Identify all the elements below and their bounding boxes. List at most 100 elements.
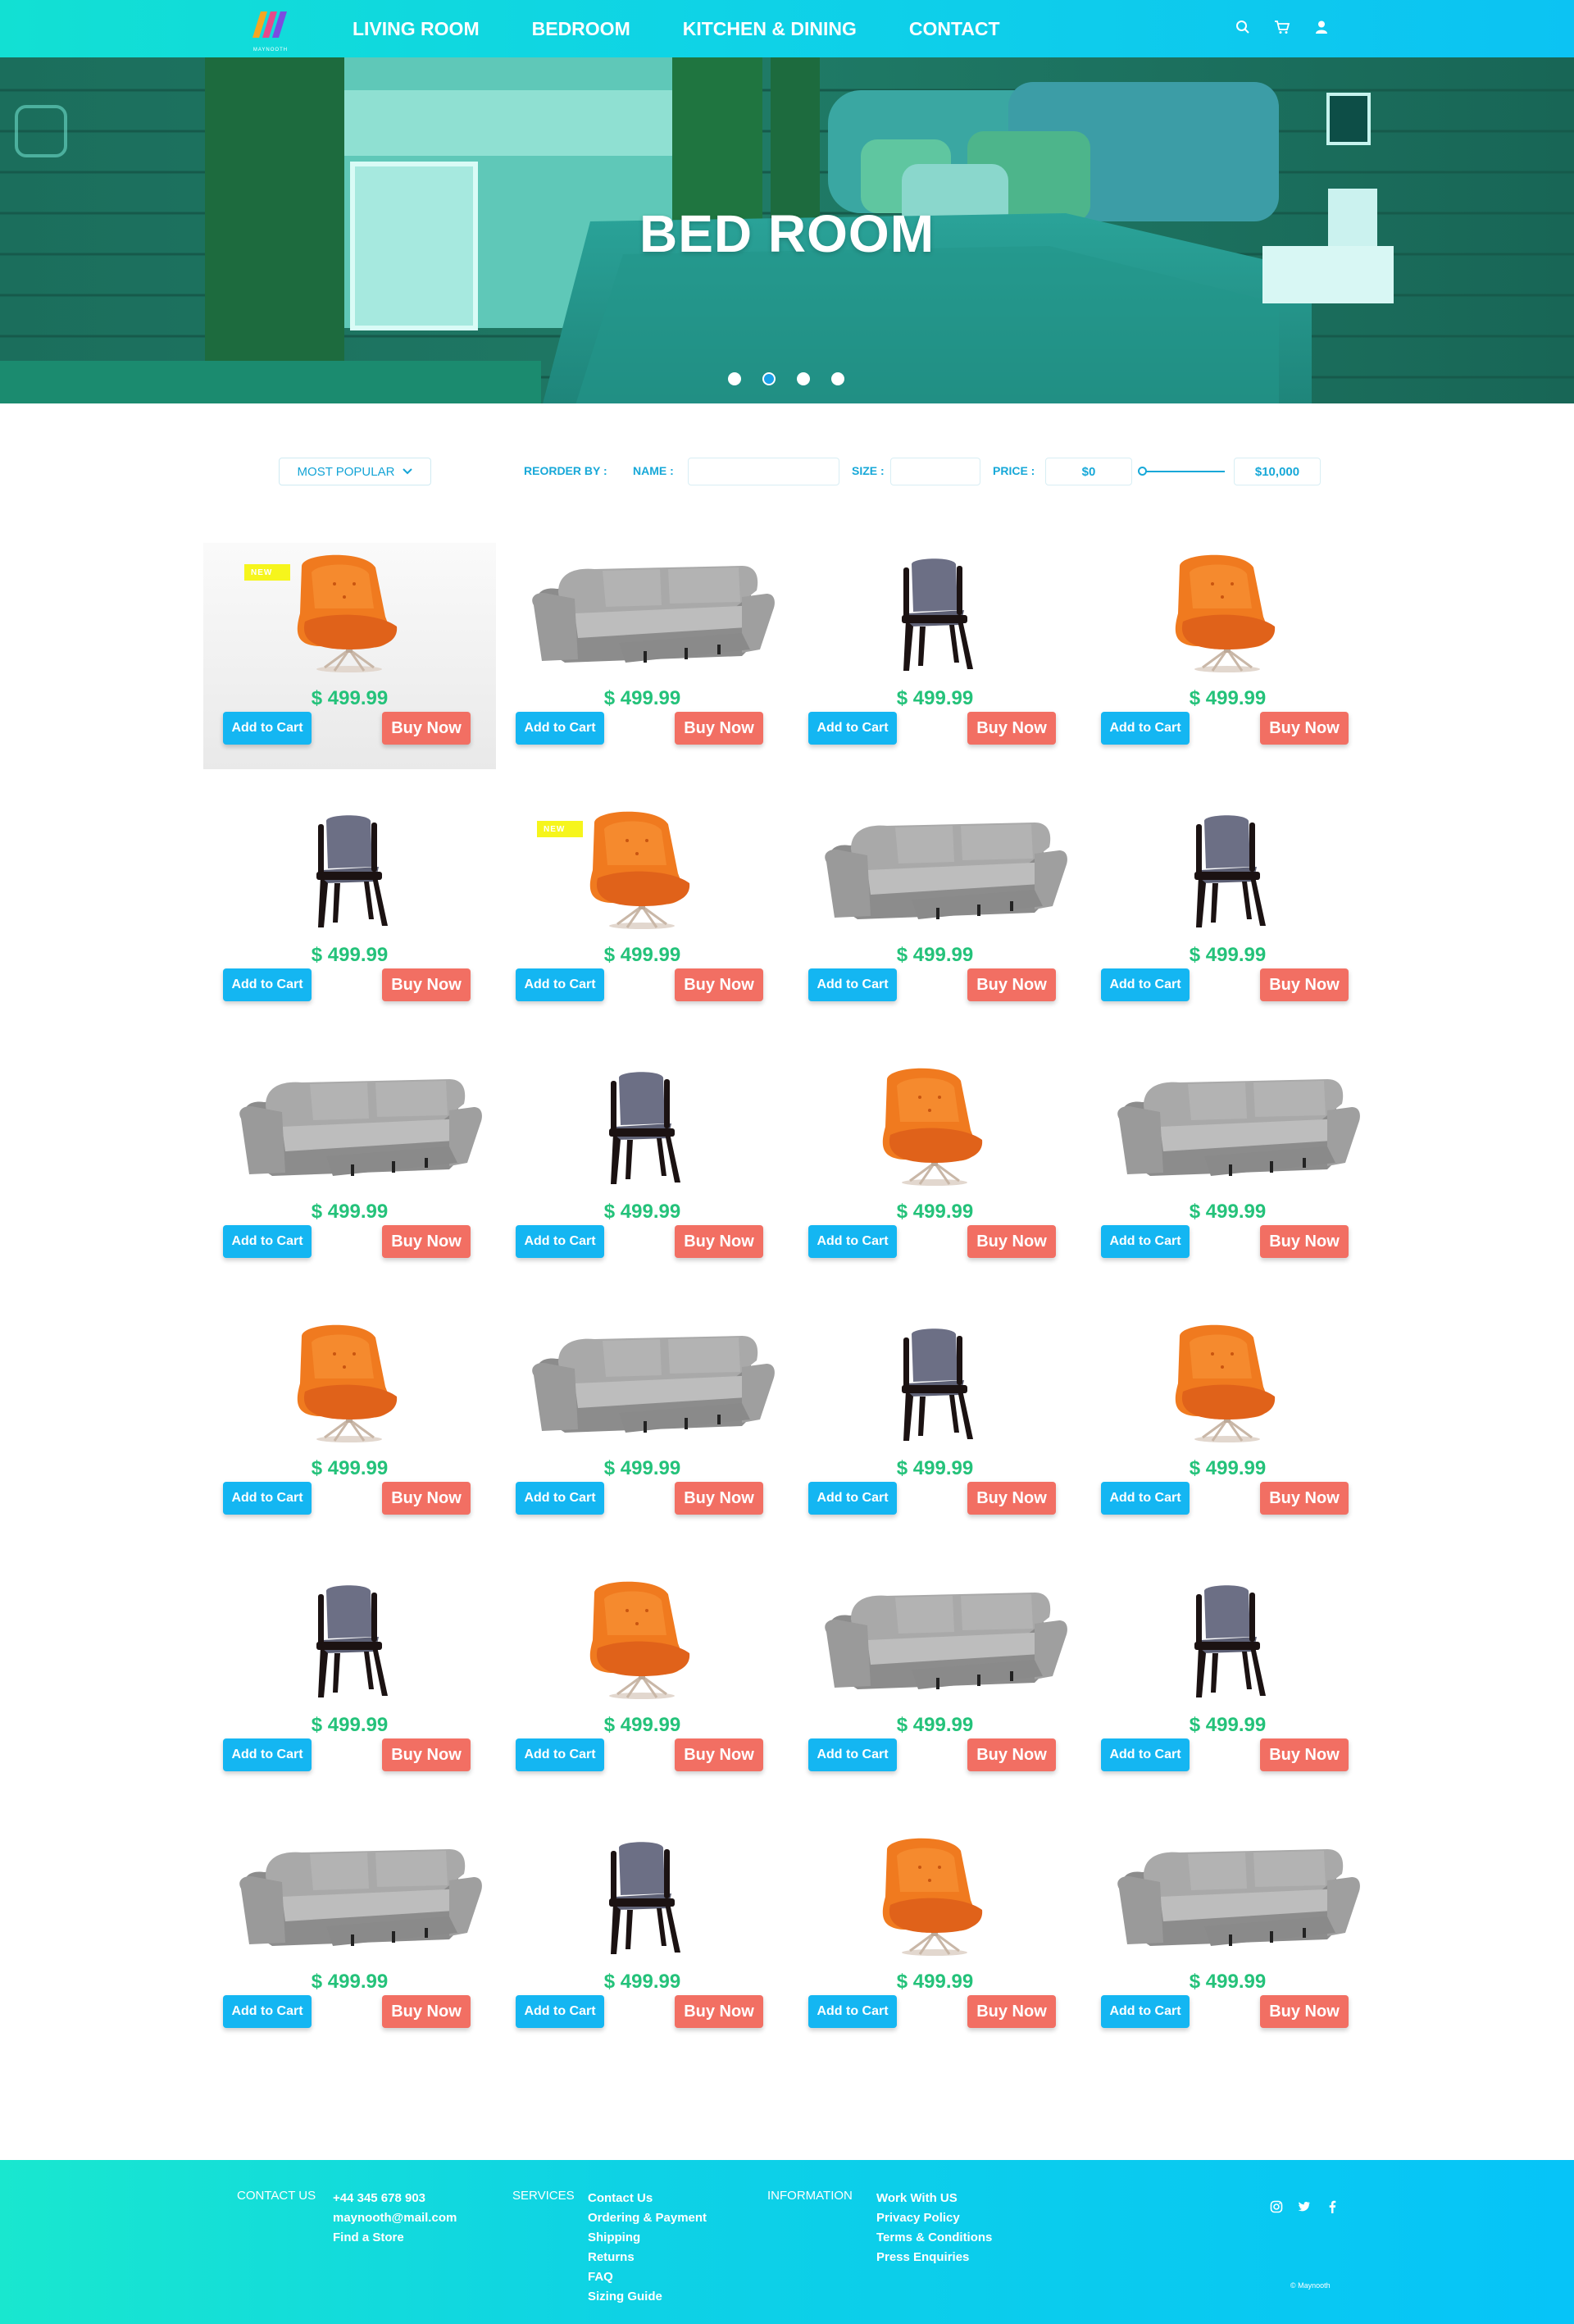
sofa-image[interactable] — [496, 1321, 789, 1444]
sofa-image[interactable] — [1081, 1834, 1374, 1957]
product-card[interactable]: $ 499.99 Add to Cart Buy Now — [1081, 1313, 1374, 1539]
chair-image[interactable] — [1081, 1578, 1374, 1701]
buy-now-button[interactable]: Buy Now — [967, 1738, 1056, 1771]
footer-link-shipping[interactable]: Shipping — [588, 2228, 707, 2248]
add-to-cart-button[interactable]: Add to Cart — [516, 1995, 604, 2028]
footer-link-terms[interactable]: Terms & Conditions — [876, 2228, 992, 2248]
add-to-cart-button[interactable]: Add to Cart — [808, 968, 897, 1001]
add-to-cart-button[interactable]: Add to Cart — [1101, 1482, 1190, 1515]
size-filter-input[interactable] — [890, 458, 980, 485]
price-max-input[interactable] — [1234, 458, 1321, 485]
add-to-cart-button[interactable]: Add to Cart — [1101, 712, 1190, 745]
footer-link-work-with-us[interactable]: Work With US — [876, 2189, 992, 2208]
buy-now-button[interactable]: Buy Now — [382, 1482, 471, 1515]
buy-now-button[interactable]: Buy Now — [675, 1225, 763, 1258]
lounge-chair-image[interactable] — [1081, 551, 1374, 674]
product-card[interactable]: $ 499.99 Add to Cart Buy Now — [1081, 1826, 1374, 2053]
sofa-image[interactable] — [789, 808, 1081, 931]
buy-now-button[interactable]: Buy Now — [1260, 1995, 1349, 2028]
add-to-cart-button[interactable]: Add to Cart — [1101, 1995, 1190, 2028]
add-to-cart-button[interactable]: Add to Cart — [223, 712, 312, 745]
price-range-slider[interactable] — [1138, 467, 1225, 476]
buy-now-button[interactable]: Buy Now — [382, 1738, 471, 1771]
product-card[interactable]: $ 499.99 Add to Cart Buy Now — [1081, 1056, 1374, 1283]
twitter-icon[interactable] — [1297, 2199, 1312, 2214]
buy-now-button[interactable]: Buy Now — [967, 968, 1056, 1001]
product-card[interactable]: $ 499.99 Add to Cart Buy Now — [789, 1570, 1081, 1796]
buy-now-button[interactable]: Buy Now — [967, 1482, 1056, 1515]
footer-link-returns[interactable]: Returns — [588, 2248, 707, 2267]
footer-link-contact-us[interactable]: Contact Us — [588, 2189, 707, 2208]
footer-link-ordering-payment[interactable]: Ordering & Payment — [588, 2208, 707, 2228]
buy-now-button[interactable]: Buy Now — [1260, 1225, 1349, 1258]
add-to-cart-button[interactable]: Add to Cart — [808, 712, 897, 745]
product-card[interactable]: $ 499.99 Add to Cart Buy Now — [789, 800, 1081, 1026]
buy-now-button[interactable]: Buy Now — [675, 1738, 763, 1771]
buy-now-button[interactable]: Buy Now — [675, 968, 763, 1001]
chair-image[interactable] — [789, 1321, 1081, 1444]
sort-dropdown[interactable]: MOST POPULAR — [279, 458, 431, 485]
lounge-chair-image[interactable] — [789, 1834, 1081, 1957]
add-to-cart-button[interactable]: Add to Cart — [808, 1738, 897, 1771]
product-card[interactable]: $ 499.99 Add to Cart Buy Now — [1081, 1570, 1374, 1796]
brand-logo[interactable]: MAYNOOTH — [246, 5, 295, 52]
product-card[interactable]: $ 499.99 Add to Cart Buy Now — [789, 1056, 1081, 1283]
buy-now-button[interactable]: Buy Now — [1260, 968, 1349, 1001]
product-card[interactable]: $ 499.99 Add to Cart Buy Now — [789, 1826, 1081, 2053]
footer-link-faq[interactable]: FAQ — [588, 2267, 707, 2287]
footer-find-store-link[interactable]: Find a Store — [333, 2228, 457, 2248]
buy-now-button[interactable]: Buy Now — [1260, 712, 1349, 745]
cart-icon[interactable] — [1274, 18, 1290, 36]
buy-now-button[interactable]: Buy Now — [1260, 1738, 1349, 1771]
buy-now-button[interactable]: Buy Now — [675, 1482, 763, 1515]
price-slider-handle[interactable] — [1138, 467, 1147, 476]
buy-now-button[interactable]: Buy Now — [967, 712, 1056, 745]
nav-kitchen-dining[interactable]: KITCHEN & DINING — [683, 18, 857, 40]
buy-now-button[interactable]: Buy Now — [382, 1995, 471, 2028]
chair-image[interactable] — [203, 1578, 496, 1701]
add-to-cart-button[interactable]: Add to Cart — [223, 1482, 312, 1515]
footer-link-privacy-policy[interactable]: Privacy Policy — [876, 2208, 992, 2228]
buy-now-button[interactable]: Buy Now — [967, 1995, 1056, 2028]
footer-email[interactable]: maynooth@mail.com — [333, 2208, 457, 2228]
search-icon[interactable] — [1235, 18, 1251, 36]
product-card[interactable]: NEW $ 499.99 Add to Cart Buy Now — [203, 543, 496, 769]
carousel-dot-3[interactable] — [797, 372, 810, 385]
add-to-cart-button[interactable]: Add to Cart — [516, 968, 604, 1001]
add-to-cart-button[interactable]: Add to Cart — [808, 1482, 897, 1515]
chair-image[interactable] — [789, 551, 1081, 674]
add-to-cart-button[interactable]: Add to Cart — [1101, 968, 1190, 1001]
product-card[interactable]: $ 499.99 Add to Cart Buy Now — [496, 1570, 789, 1796]
lounge-chair-image[interactable] — [496, 1578, 789, 1701]
lounge-chair-image[interactable] — [789, 1064, 1081, 1187]
chair-image[interactable] — [496, 1064, 789, 1187]
sofa-image[interactable] — [496, 551, 789, 674]
add-to-cart-button[interactable]: Add to Cart — [1101, 1738, 1190, 1771]
lounge-chair-image[interactable] — [1081, 1321, 1374, 1444]
add-to-cart-button[interactable]: Add to Cart — [223, 1738, 312, 1771]
product-card[interactable]: $ 499.99 Add to Cart Buy Now — [496, 1313, 789, 1539]
add-to-cart-button[interactable]: Add to Cart — [1101, 1225, 1190, 1258]
carousel-dot-1[interactable] — [728, 372, 741, 385]
add-to-cart-button[interactable]: Add to Cart — [516, 1738, 604, 1771]
buy-now-button[interactable]: Buy Now — [382, 1225, 471, 1258]
chair-image[interactable] — [203, 808, 496, 931]
instagram-icon[interactable] — [1269, 2199, 1284, 2214]
product-card[interactable]: $ 499.99 Add to Cart Buy Now — [1081, 543, 1374, 769]
chair-image[interactable] — [1081, 808, 1374, 931]
product-card[interactable]: $ 499.99 Add to Cart Buy Now — [203, 800, 496, 1026]
add-to-cart-button[interactable]: Add to Cart — [516, 712, 604, 745]
product-card[interactable]: $ 499.99 Add to Cart Buy Now — [203, 1570, 496, 1796]
footer-link-press[interactable]: Press Enquiries — [876, 2248, 992, 2267]
carousel-dot-4[interactable] — [831, 372, 844, 385]
buy-now-button[interactable]: Buy Now — [967, 1225, 1056, 1258]
sofa-image[interactable] — [1081, 1064, 1374, 1187]
product-card[interactable]: $ 499.99 Add to Cart Buy Now — [203, 1056, 496, 1283]
buy-now-button[interactable]: Buy Now — [1260, 1482, 1349, 1515]
product-card[interactable]: $ 499.99 Add to Cart Buy Now — [496, 1826, 789, 2053]
nav-living-room[interactable]: LIVING ROOM — [353, 18, 480, 40]
product-card[interactable]: NEW $ 499.99 Add to Cart Buy Now — [496, 800, 789, 1026]
product-card[interactable]: $ 499.99 Add to Cart Buy Now — [789, 543, 1081, 769]
nav-bedroom[interactable]: BEDROOM — [532, 18, 630, 40]
name-filter-input[interactable] — [688, 458, 839, 485]
